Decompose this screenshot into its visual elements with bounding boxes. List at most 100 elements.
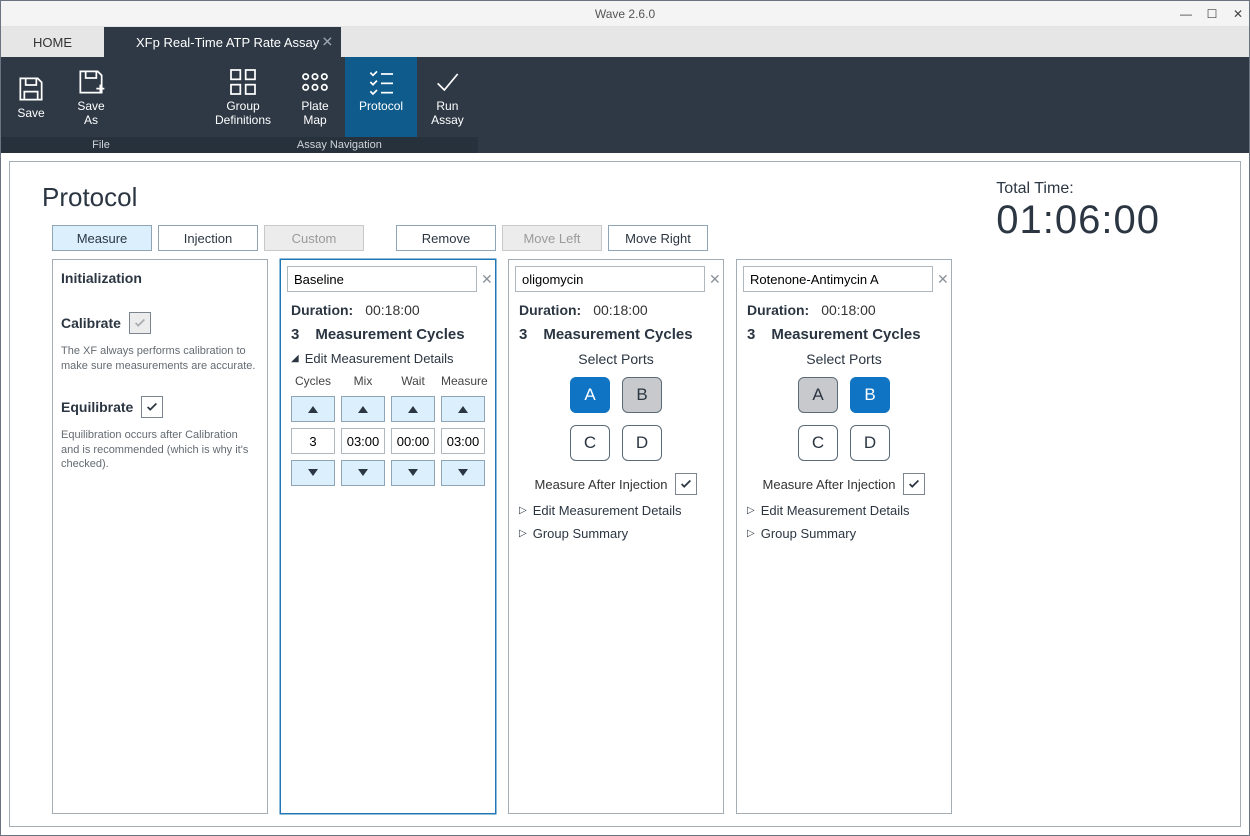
select-ports-label: Select Ports (747, 351, 941, 367)
group-summary-toggle[interactable]: ▷ Group Summary (519, 526, 713, 541)
port-d[interactable]: D (850, 425, 890, 461)
cycles-label: Measurement Cycles (771, 326, 920, 343)
cycles-count: 3 (291, 326, 307, 343)
calibrate-label: Calibrate (61, 315, 121, 331)
tab-home[interactable]: HOME (1, 27, 104, 57)
protocol-card-rotenone[interactable]: ✕ Duration: 00:18:00 3 Measurement Cycle… (736, 259, 952, 814)
cycles-count: 3 (747, 326, 763, 343)
measure-up-button[interactable] (441, 396, 485, 422)
measure-value-input[interactable] (441, 428, 485, 454)
group-definitions-icon (227, 67, 259, 97)
edit-measurement-details-toggle[interactable]: ▷ Edit Measurement Details (747, 503, 941, 518)
protocol-page: Protocol Total Time: 01:06:00 Measure In… (9, 161, 1241, 827)
port-d[interactable]: D (622, 425, 662, 461)
port-b[interactable]: B (622, 377, 662, 413)
injection-button[interactable]: Injection (158, 225, 258, 251)
move-right-button[interactable]: Move Right (608, 225, 708, 251)
tab-document[interactable]: XFp Real-Time ATP Rate Assay ✕ (104, 27, 341, 57)
group-summary-toggle[interactable]: ▷ Group Summary (747, 526, 941, 541)
remove-button[interactable]: Remove (396, 225, 496, 251)
minimize-icon[interactable]: — (1179, 7, 1193, 21)
measure-after-injection-label: Measure After Injection (535, 477, 668, 492)
ribbon-group-file-label: File (1, 137, 201, 153)
close-icon[interactable]: ✕ (1231, 7, 1245, 21)
total-time-value: 01:06:00 (996, 198, 1160, 243)
card-name-input[interactable] (287, 266, 477, 292)
ribbon-save-as[interactable]: Save As (61, 57, 121, 137)
save-as-icon (75, 67, 107, 97)
duration-value: 00:18:00 (593, 302, 648, 318)
total-time-label: Total Time: (996, 180, 1160, 198)
cycles-value-input[interactable] (291, 428, 335, 454)
measure-button[interactable]: Measure (52, 225, 152, 251)
card-close-icon[interactable]: ✕ (709, 271, 721, 288)
port-grid: A B C D (566, 377, 666, 461)
move-left-button: Move Left (502, 225, 602, 251)
edit-measurement-details-toggle[interactable]: ▷ Edit Measurement Details (519, 503, 713, 518)
triangle-right-icon: ▷ (747, 528, 755, 539)
cycles-label: Measurement Cycles (315, 326, 464, 343)
triangle-right-icon: ▷ (519, 505, 527, 516)
run-assay-icon (431, 67, 463, 97)
duration-label: Duration: (747, 302, 809, 318)
port-b[interactable]: B (850, 377, 890, 413)
mix-down-button[interactable] (341, 460, 385, 486)
duration-value: 00:18:00 (365, 302, 420, 318)
equilibrate-label: Equilibrate (61, 399, 133, 415)
ribbon-group-definitions[interactable]: Group Definitions (201, 57, 285, 137)
mix-value-input[interactable] (341, 428, 385, 454)
protocol-card-oligomycin[interactable]: ✕ Duration: 00:18:00 3 Measurement Cycle… (508, 259, 724, 814)
mix-up-button[interactable] (341, 396, 385, 422)
port-a[interactable]: A (798, 377, 838, 413)
wait-value-input[interactable] (391, 428, 435, 454)
duration-label: Duration: (519, 302, 581, 318)
ribbon-plate-map[interactable]: Plate Map (285, 57, 345, 137)
triangle-right-icon: ▷ (519, 528, 527, 539)
select-ports-label: Select Ports (519, 351, 713, 367)
port-grid: A B C D (794, 377, 894, 461)
port-c[interactable]: C (798, 425, 838, 461)
total-time: Total Time: 01:06:00 (996, 180, 1160, 243)
measure-down-button[interactable] (441, 460, 485, 486)
cycles-count: 3 (519, 326, 535, 343)
measurement-spinner-grid: Cycles Mix Wait Measure (291, 374, 485, 486)
port-a[interactable]: A (570, 377, 610, 413)
ribbon-group-assaynav-label: Assay Navigation (201, 137, 478, 153)
ribbon: Save Save As File Group Definitions (1, 57, 1249, 153)
wait-up-button[interactable] (391, 396, 435, 422)
duration-label: Duration: (291, 302, 353, 318)
ribbon-run-assay[interactable]: Run Assay (417, 57, 478, 137)
wait-down-button[interactable] (391, 460, 435, 486)
measure-after-injection-label: Measure After Injection (763, 477, 896, 492)
window-titlebar: Wave 2.6.0 — ☐ ✕ (1, 1, 1249, 27)
maximize-icon[interactable]: ☐ (1205, 7, 1219, 21)
card-close-icon[interactable]: ✕ (481, 271, 493, 288)
protocol-card-baseline[interactable]: ✕ Duration: 00:18:00 3 Measurement Cycle… (280, 259, 496, 814)
duration-value: 00:18:00 (821, 302, 876, 318)
window-title: Wave 2.6.0 (595, 7, 655, 21)
ribbon-protocol[interactable]: Protocol (345, 57, 417, 137)
plate-map-icon (299, 67, 331, 97)
save-icon (15, 74, 47, 104)
port-c[interactable]: C (570, 425, 610, 461)
document-tabs: HOME XFp Real-Time ATP Rate Assay ✕ (1, 27, 1249, 57)
protocol-icon (365, 67, 397, 97)
custom-button: Custom (264, 225, 364, 251)
measure-after-injection-checkbox[interactable] (675, 473, 697, 495)
cycles-label: Measurement Cycles (543, 326, 692, 343)
cycles-down-button[interactable] (291, 460, 335, 486)
card-close-icon[interactable]: ✕ (937, 271, 949, 288)
triangle-down-icon: ◢ (291, 353, 299, 364)
measure-after-injection-checkbox[interactable] (903, 473, 925, 495)
cycles-up-button[interactable] (291, 396, 335, 422)
ribbon-save[interactable]: Save (1, 57, 61, 137)
initialization-heading: Initialization (61, 270, 259, 286)
initialization-card: Initialization Calibrate The XF always p… (52, 259, 268, 814)
calibrate-checkbox (129, 312, 151, 334)
close-tab-icon[interactable]: ✕ (322, 34, 334, 51)
card-name-input[interactable] (515, 266, 705, 292)
edit-measurement-details-toggle[interactable]: ◢ Edit Measurement Details (291, 351, 485, 366)
triangle-right-icon: ▷ (747, 505, 755, 516)
equilibrate-checkbox[interactable] (141, 396, 163, 418)
card-name-input[interactable] (743, 266, 933, 292)
